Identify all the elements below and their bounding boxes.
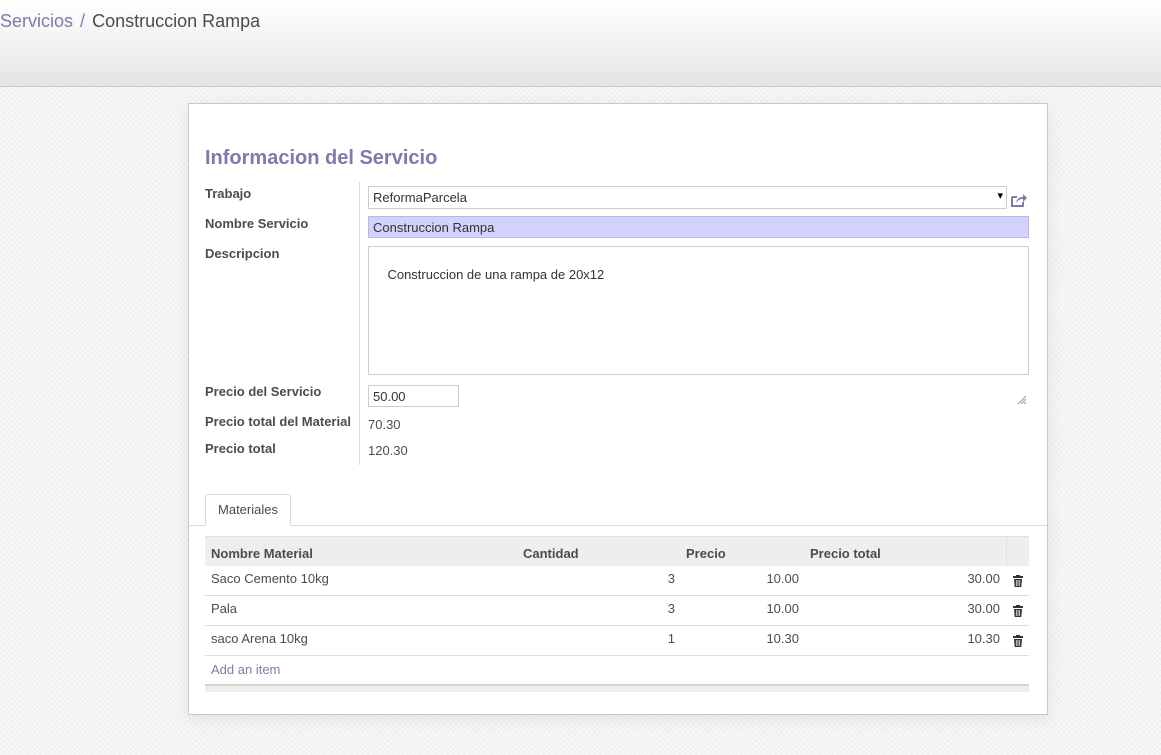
cell-precio: 10.00 (766, 601, 799, 616)
external-link-icon[interactable] (1010, 192, 1028, 208)
breadcrumb-separator: / (80, 11, 86, 31)
cell-cantidad: 1 (667, 631, 675, 646)
precio-total-value: 120.30 (368, 443, 408, 458)
column-header-nombre[interactable]: Nombre Material (211, 546, 313, 561)
column-header-actions (1006, 537, 1029, 567)
cell-cantidad: 3 (667, 571, 675, 586)
trabajo-select[interactable]: ReformaParcela ▾ (368, 186, 1007, 209)
precio-servicio-label: Precio del Servicio (205, 384, 322, 399)
trash-icon[interactable] (1013, 575, 1023, 587)
table-footer (205, 684, 1029, 692)
column-header-precio-total[interactable]: Precio total (810, 546, 881, 561)
cell-precio-total: 10.30 (967, 631, 1000, 646)
breadcrumb-servicios-link[interactable]: Servicios (0, 11, 73, 31)
cell-precio: 10.00 (766, 571, 799, 586)
cell-nombre: saco Arena 10kg (211, 631, 308, 646)
chevron-down-icon: ▾ (997, 190, 1003, 202)
add-item-link[interactable]: Add an item (211, 662, 280, 677)
section-title: Informacion del Servicio (205, 147, 438, 169)
cell-nombre: Pala (211, 601, 238, 616)
trash-icon[interactable] (1013, 605, 1023, 617)
cell-cantidad: 3 (667, 601, 675, 616)
trabajo-label: Trabajo (205, 186, 252, 201)
descripcion-label: Descripcion (205, 246, 280, 261)
cell-precio-total: 30.00 (967, 601, 1000, 616)
label-divider (359, 182, 360, 465)
precio-total-label: Precio total (205, 441, 276, 456)
form-sheet: Informacion del Servicio Trabajo Reforma… (188, 103, 1048, 715)
breadcrumb-current: Construccion Rampa (92, 11, 261, 31)
materials-table: Nombre Material Cantidad Precio Precio t… (205, 536, 1029, 692)
nombre-servicio-input[interactable]: Construccion Rampa (368, 216, 1029, 238)
table-row[interactable]: saco Arena 10kg 1 10.30 10.30 (205, 626, 1029, 656)
table-row[interactable]: Pala 3 10.00 30.00 (205, 596, 1029, 626)
tab-materiales[interactable]: Materiales (205, 494, 291, 526)
column-header-precio[interactable]: Precio (686, 546, 726, 561)
resize-grip-icon[interactable] (1017, 363, 1027, 405)
precio-material-label: Precio total del Material (205, 414, 351, 429)
control-panel: Servicios / Construccion Rampa (0, 0, 1161, 87)
cell-precio: 10.30 (766, 631, 799, 646)
cell-nombre: Saco Cemento 10kg (211, 571, 329, 586)
nombre-servicio-label: Nombre Servicio (205, 216, 309, 231)
descripcion-textarea[interactable]: Construccion de una rampa de 20x12 (368, 246, 1029, 405)
breadcrumb: Servicios / Construccion Rampa (0, 10, 260, 32)
trash-icon[interactable] (1013, 635, 1023, 647)
table-row[interactable]: Saco Cemento 10kg 3 10.00 30.00 (205, 566, 1029, 596)
add-item-row: Add an item (205, 656, 1029, 684)
table-header: Nombre Material Cantidad Precio Precio t… (205, 536, 1029, 567)
descripcion-value: Construccion de una rampa de 20x12 (387, 267, 605, 282)
column-header-cantidad[interactable]: Cantidad (523, 546, 579, 561)
trabajo-select-value: ReformaParcela (373, 190, 467, 205)
tabs-baseline (189, 525, 1047, 526)
cell-precio-total: 30.00 (967, 571, 1000, 586)
precio-material-value: 70.30 (368, 417, 401, 432)
precio-servicio-input[interactable]: 50.00 (368, 385, 459, 407)
